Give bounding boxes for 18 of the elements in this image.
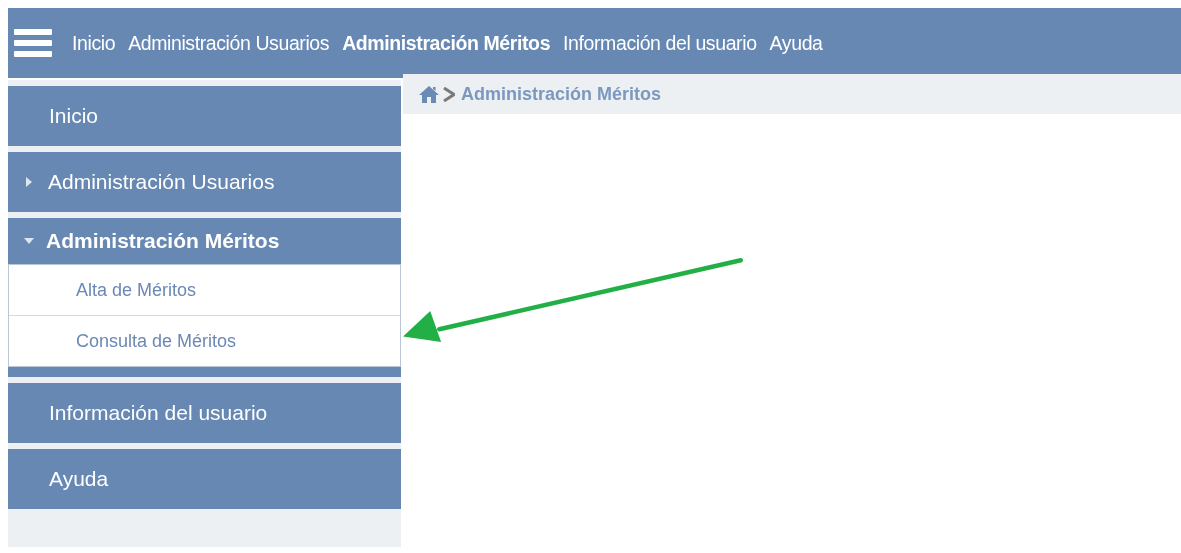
submenu-item[interactable]: Consulta de Méritos (9, 315, 400, 366)
sidebar-item[interactable]: Información del usuario (8, 383, 401, 443)
nav-link[interactable]: Inicio (72, 31, 116, 55)
nav-link[interactable]: Información del usuario (563, 31, 757, 55)
submenu-item[interactable]: Alta de Méritos (9, 265, 400, 315)
sidebar-item[interactable]: Inicio (8, 86, 401, 146)
nav-link[interactable]: Ayuda (769, 31, 823, 55)
sidebar-item[interactable]: Ayuda (8, 449, 401, 509)
caret-icon (24, 177, 34, 187)
breadcrumb-current: Administración Méritos (461, 83, 662, 105)
home-icon[interactable] (419, 85, 439, 103)
caret-icon (24, 236, 34, 246)
menu-icon[interactable] (14, 27, 52, 59)
chevron-icon (443, 86, 455, 102)
sidebar-item-label: Administración Méritos (46, 229, 280, 253)
nav-link[interactable]: Administración Usuarios (128, 31, 330, 55)
sidebar-item-label: Administración Usuarios (48, 170, 275, 194)
nav-link[interactable]: Administración Méritos (342, 31, 551, 55)
